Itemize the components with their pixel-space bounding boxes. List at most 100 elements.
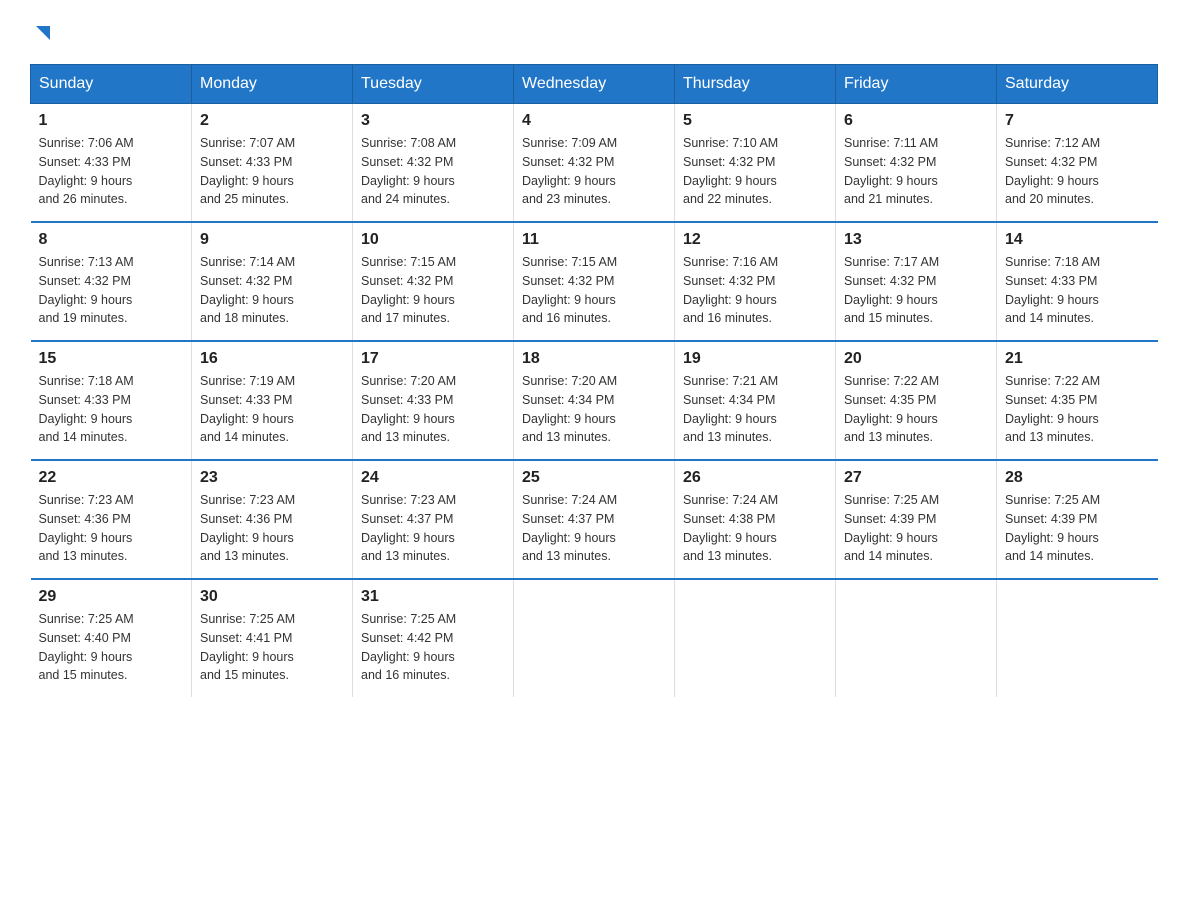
day-info: Sunrise: 7:06 AMSunset: 4:33 PMDaylight:…: [39, 134, 184, 209]
day-cell: [997, 579, 1158, 697]
day-cell: [675, 579, 836, 697]
day-cell: 29 Sunrise: 7:25 AMSunset: 4:40 PMDaylig…: [31, 579, 192, 697]
day-info: Sunrise: 7:23 AMSunset: 4:36 PMDaylight:…: [200, 491, 344, 566]
day-info: Sunrise: 7:10 AMSunset: 4:32 PMDaylight:…: [683, 134, 827, 209]
calendar-header: SundayMondayTuesdayWednesdayThursdayFrid…: [31, 65, 1158, 104]
day-number: 26: [683, 469, 827, 487]
day-number: 23: [200, 469, 344, 487]
day-info: Sunrise: 7:16 AMSunset: 4:32 PMDaylight:…: [683, 253, 827, 328]
day-number: 29: [39, 588, 184, 606]
page-header: [30, 20, 1158, 44]
day-info: Sunrise: 7:23 AMSunset: 4:36 PMDaylight:…: [39, 491, 184, 566]
day-info: Sunrise: 7:22 AMSunset: 4:35 PMDaylight:…: [844, 372, 988, 447]
day-number: 31: [361, 588, 505, 606]
day-number: 8: [39, 231, 184, 249]
header-cell-saturday: Saturday: [997, 65, 1158, 104]
day-number: 2: [200, 112, 344, 130]
header-cell-sunday: Sunday: [31, 65, 192, 104]
day-cell: [836, 579, 997, 697]
day-info: Sunrise: 7:20 AMSunset: 4:34 PMDaylight:…: [522, 372, 666, 447]
day-info: Sunrise: 7:18 AMSunset: 4:33 PMDaylight:…: [39, 372, 184, 447]
day-info: Sunrise: 7:19 AMSunset: 4:33 PMDaylight:…: [200, 372, 344, 447]
day-info: Sunrise: 7:23 AMSunset: 4:37 PMDaylight:…: [361, 491, 505, 566]
day-number: 1: [39, 112, 184, 130]
week-row-2: 8 Sunrise: 7:13 AMSunset: 4:32 PMDayligh…: [31, 222, 1158, 341]
day-info: Sunrise: 7:25 AMSunset: 4:39 PMDaylight:…: [844, 491, 988, 566]
day-info: Sunrise: 7:14 AMSunset: 4:32 PMDaylight:…: [200, 253, 344, 328]
day-number: 5: [683, 112, 827, 130]
day-cell: 4 Sunrise: 7:09 AMSunset: 4:32 PMDayligh…: [514, 104, 675, 223]
header-cell-thursday: Thursday: [675, 65, 836, 104]
calendar-body: 1 Sunrise: 7:06 AMSunset: 4:33 PMDayligh…: [31, 104, 1158, 698]
day-number: 22: [39, 469, 184, 487]
day-info: Sunrise: 7:21 AMSunset: 4:34 PMDaylight:…: [683, 372, 827, 447]
day-cell: 6 Sunrise: 7:11 AMSunset: 4:32 PMDayligh…: [836, 104, 997, 223]
day-number: 11: [522, 231, 666, 249]
day-cell: 18 Sunrise: 7:20 AMSunset: 4:34 PMDaylig…: [514, 341, 675, 460]
day-cell: 1 Sunrise: 7:06 AMSunset: 4:33 PMDayligh…: [31, 104, 192, 223]
day-cell: 9 Sunrise: 7:14 AMSunset: 4:32 PMDayligh…: [192, 222, 353, 341]
day-cell: 14 Sunrise: 7:18 AMSunset: 4:33 PMDaylig…: [997, 222, 1158, 341]
day-cell: 10 Sunrise: 7:15 AMSunset: 4:32 PMDaylig…: [353, 222, 514, 341]
day-info: Sunrise: 7:22 AMSunset: 4:35 PMDaylight:…: [1005, 372, 1150, 447]
day-cell: 22 Sunrise: 7:23 AMSunset: 4:36 PMDaylig…: [31, 460, 192, 579]
day-cell: 21 Sunrise: 7:22 AMSunset: 4:35 PMDaylig…: [997, 341, 1158, 460]
day-cell: 11 Sunrise: 7:15 AMSunset: 4:32 PMDaylig…: [514, 222, 675, 341]
day-number: 24: [361, 469, 505, 487]
day-cell: 26 Sunrise: 7:24 AMSunset: 4:38 PMDaylig…: [675, 460, 836, 579]
day-info: Sunrise: 7:13 AMSunset: 4:32 PMDaylight:…: [39, 253, 184, 328]
day-cell: 3 Sunrise: 7:08 AMSunset: 4:32 PMDayligh…: [353, 104, 514, 223]
day-number: 25: [522, 469, 666, 487]
day-info: Sunrise: 7:24 AMSunset: 4:38 PMDaylight:…: [683, 491, 827, 566]
day-cell: 12 Sunrise: 7:16 AMSunset: 4:32 PMDaylig…: [675, 222, 836, 341]
week-row-3: 15 Sunrise: 7:18 AMSunset: 4:33 PMDaylig…: [31, 341, 1158, 460]
day-info: Sunrise: 7:25 AMSunset: 4:41 PMDaylight:…: [200, 610, 344, 685]
day-number: 16: [200, 350, 344, 368]
header-cell-wednesday: Wednesday: [514, 65, 675, 104]
day-number: 4: [522, 112, 666, 130]
day-number: 6: [844, 112, 988, 130]
week-row-5: 29 Sunrise: 7:25 AMSunset: 4:40 PMDaylig…: [31, 579, 1158, 697]
day-number: 3: [361, 112, 505, 130]
day-cell: 23 Sunrise: 7:23 AMSunset: 4:36 PMDaylig…: [192, 460, 353, 579]
logo: [30, 20, 54, 44]
day-number: 14: [1005, 231, 1150, 249]
day-cell: 31 Sunrise: 7:25 AMSunset: 4:42 PMDaylig…: [353, 579, 514, 697]
header-row: SundayMondayTuesdayWednesdayThursdayFrid…: [31, 65, 1158, 104]
calendar-table: SundayMondayTuesdayWednesdayThursdayFrid…: [30, 64, 1158, 697]
week-row-4: 22 Sunrise: 7:23 AMSunset: 4:36 PMDaylig…: [31, 460, 1158, 579]
logo-triangle-icon: [32, 22, 54, 44]
day-cell: [514, 579, 675, 697]
day-cell: 17 Sunrise: 7:20 AMSunset: 4:33 PMDaylig…: [353, 341, 514, 460]
day-cell: 2 Sunrise: 7:07 AMSunset: 4:33 PMDayligh…: [192, 104, 353, 223]
day-cell: 19 Sunrise: 7:21 AMSunset: 4:34 PMDaylig…: [675, 341, 836, 460]
day-info: Sunrise: 7:24 AMSunset: 4:37 PMDaylight:…: [522, 491, 666, 566]
day-number: 28: [1005, 469, 1150, 487]
day-info: Sunrise: 7:11 AMSunset: 4:32 PMDaylight:…: [844, 134, 988, 209]
day-info: Sunrise: 7:08 AMSunset: 4:32 PMDaylight:…: [361, 134, 505, 209]
day-cell: 8 Sunrise: 7:13 AMSunset: 4:32 PMDayligh…: [31, 222, 192, 341]
day-number: 18: [522, 350, 666, 368]
day-info: Sunrise: 7:25 AMSunset: 4:40 PMDaylight:…: [39, 610, 184, 685]
day-cell: 28 Sunrise: 7:25 AMSunset: 4:39 PMDaylig…: [997, 460, 1158, 579]
day-cell: 24 Sunrise: 7:23 AMSunset: 4:37 PMDaylig…: [353, 460, 514, 579]
day-info: Sunrise: 7:18 AMSunset: 4:33 PMDaylight:…: [1005, 253, 1150, 328]
day-cell: 16 Sunrise: 7:19 AMSunset: 4:33 PMDaylig…: [192, 341, 353, 460]
day-info: Sunrise: 7:20 AMSunset: 4:33 PMDaylight:…: [361, 372, 505, 447]
day-cell: 25 Sunrise: 7:24 AMSunset: 4:37 PMDaylig…: [514, 460, 675, 579]
week-row-1: 1 Sunrise: 7:06 AMSunset: 4:33 PMDayligh…: [31, 104, 1158, 223]
day-number: 21: [1005, 350, 1150, 368]
day-cell: 13 Sunrise: 7:17 AMSunset: 4:32 PMDaylig…: [836, 222, 997, 341]
day-number: 17: [361, 350, 505, 368]
day-number: 9: [200, 231, 344, 249]
day-info: Sunrise: 7:07 AMSunset: 4:33 PMDaylight:…: [200, 134, 344, 209]
day-info: Sunrise: 7:12 AMSunset: 4:32 PMDaylight:…: [1005, 134, 1150, 209]
day-cell: 7 Sunrise: 7:12 AMSunset: 4:32 PMDayligh…: [997, 104, 1158, 223]
day-info: Sunrise: 7:25 AMSunset: 4:39 PMDaylight:…: [1005, 491, 1150, 566]
day-number: 27: [844, 469, 988, 487]
day-info: Sunrise: 7:17 AMSunset: 4:32 PMDaylight:…: [844, 253, 988, 328]
day-cell: 5 Sunrise: 7:10 AMSunset: 4:32 PMDayligh…: [675, 104, 836, 223]
header-cell-monday: Monday: [192, 65, 353, 104]
day-number: 10: [361, 231, 505, 249]
day-number: 20: [844, 350, 988, 368]
